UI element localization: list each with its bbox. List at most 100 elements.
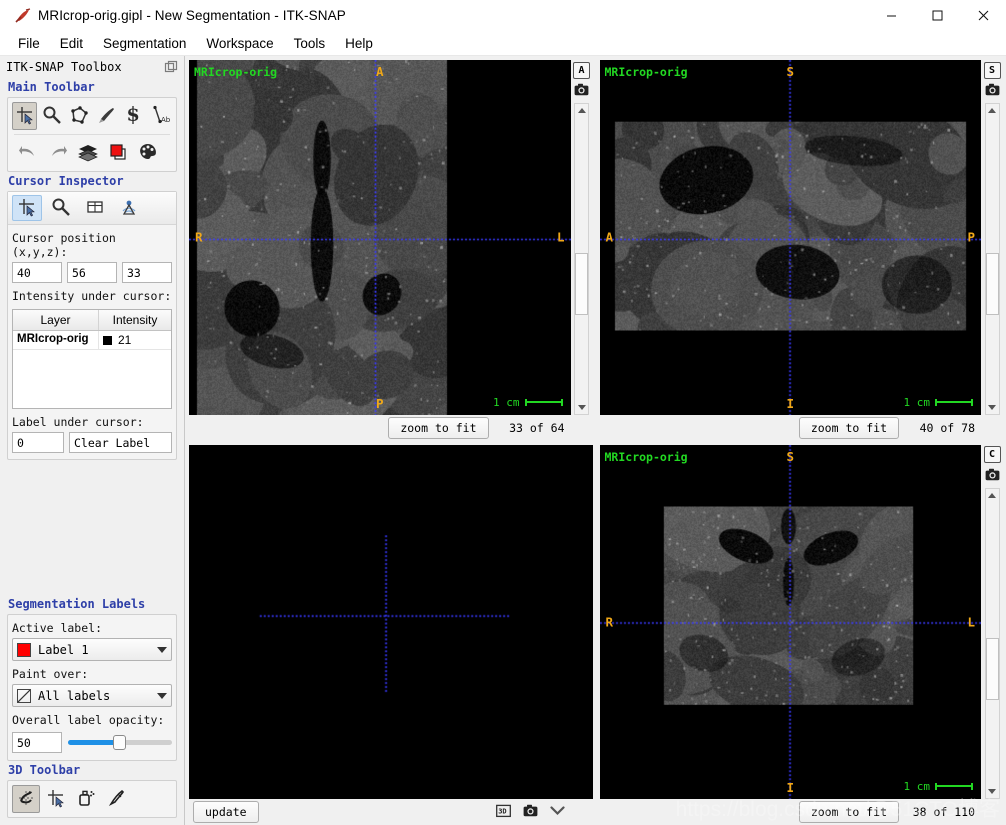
axial-image[interactable] [189, 60, 571, 415]
axial-camera-button[interactable] [573, 82, 591, 100]
annotation-tool-button[interactable]: Ab [147, 102, 172, 130]
triangle-up-icon [988, 492, 996, 498]
undock-icon[interactable] [164, 60, 178, 74]
menu-help[interactable]: Help [335, 34, 383, 53]
coronal-scroll-down[interactable] [986, 785, 999, 798]
opacity-slider[interactable] [68, 734, 172, 752]
axial-orientation-button[interactable]: A [573, 61, 591, 79]
menu-file[interactable]: File [8, 34, 50, 53]
intensity-table: Layer Intensity MRIcrop-orig 21 [12, 309, 172, 409]
paint-over-select[interactable]: All labels [12, 684, 172, 707]
tab-registration[interactable] [114, 195, 144, 221]
coronal-scroll-track[interactable] [985, 502, 999, 786]
coronal-image[interactable] [599, 444, 981, 799]
undo-button[interactable] [14, 139, 42, 167]
main-toolbar-row-2 [14, 134, 170, 171]
axial-scroll-thumb[interactable] [575, 253, 588, 316]
3d-toggle-icon[interactable]: 3D [495, 804, 511, 821]
3d-trackball-tool-button[interactable] [12, 785, 40, 813]
label-color-button[interactable] [104, 139, 132, 167]
menu-tools[interactable]: Tools [284, 34, 336, 53]
axial-scroll-track[interactable] [575, 117, 588, 401]
axial-zoom-to-fit-button[interactable]: zoom to fit [388, 416, 489, 439]
label-under-cursor-fields: 0 Clear Label [8, 432, 176, 459]
active-label-caption: Active label: [12, 621, 103, 635]
sagittal-scrollbar[interactable] [984, 103, 1000, 415]
cursor-position-label: Cursor position (x,y,z): [12, 231, 116, 259]
3d-crosshair-tool-button[interactable] [42, 785, 70, 813]
axial-scroll-down[interactable] [575, 401, 588, 414]
cursor-y-input[interactable]: 56 [67, 262, 117, 283]
main-toolbar-group: S Ab [7, 97, 177, 172]
sagittal-scroll-thumb[interactable] [985, 253, 999, 316]
window-title: MRIcrop-orig.gipl - New Segmentation - I… [38, 8, 346, 23]
layer-name-cell: MRIcrop-orig [13, 331, 99, 349]
paint-over-caption: Paint over: [12, 667, 89, 681]
3d-scalpel-tool-button[interactable] [102, 785, 130, 813]
registration-icon [119, 197, 139, 220]
3d-toolbar-group [7, 780, 177, 818]
cursor-inspector-title: Cursor Inspector [8, 174, 124, 188]
axial-canvas[interactable]: MRIcrop-orig A P R L 1 cm [189, 60, 571, 415]
axial-slice-indicator: 33 of 64 [509, 420, 565, 435]
sagittal-image[interactable] [599, 60, 981, 415]
axial-scrollbar[interactable] [574, 103, 589, 415]
3d-spray-tool-button[interactable] [72, 785, 100, 813]
camera-icon [985, 83, 1000, 99]
axial-scroll-up[interactable] [575, 104, 588, 117]
tab-cursor[interactable] [12, 195, 42, 221]
table-row[interactable]: MRIcrop-orig 21 [13, 331, 171, 350]
label-name-input[interactable]: Clear Label [69, 432, 172, 453]
opacity-input[interactable]: 50 [12, 732, 62, 753]
close-button[interactable] [960, 0, 1006, 32]
coronal-orientation-button[interactable]: C [983, 446, 1001, 464]
paintbrush-tool-button[interactable] [93, 102, 118, 130]
coronal-camera-button[interactable] [983, 467, 1001, 485]
title-bar: MRIcrop-orig.gipl - New Segmentation - I… [0, 0, 1006, 32]
sagittal-scroll-up[interactable] [986, 104, 999, 117]
active-label-select[interactable]: Label 1 [12, 638, 172, 661]
3d-render-image[interactable] [189, 444, 593, 799]
tab-zoom[interactable] [46, 195, 76, 221]
zoom-pan-tool-button[interactable] [39, 102, 64, 130]
cursor-z-input[interactable]: 33 [122, 262, 172, 283]
menu-segmentation[interactable]: Segmentation [93, 34, 196, 53]
update-button[interactable]: update [193, 801, 259, 823]
maximize-button[interactable] [914, 0, 960, 32]
cursor-x-input[interactable]: 40 [12, 262, 62, 283]
redo-button[interactable] [44, 139, 72, 167]
palette-button[interactable] [134, 139, 162, 167]
coronal-zoom-to-fit-button[interactable]: zoom to fit [798, 801, 899, 823]
3d-render-canvas[interactable] [189, 444, 593, 799]
chevron-down-icon [157, 646, 167, 653]
active-label-value: Label 1 [38, 642, 89, 657]
snake-tool-button[interactable]: S [120, 102, 145, 130]
camera-icon[interactable] [523, 804, 538, 820]
layers-button[interactable] [74, 139, 102, 167]
sagittal-zoom-to-fit-button[interactable]: zoom to fit [798, 416, 899, 439]
cursor-inspector-tabs [8, 192, 176, 225]
coronal-canvas[interactable]: MRIcrop-orig S I R L 1 cm [599, 444, 981, 799]
coronal-scroll-thumb[interactable] [985, 637, 999, 700]
coronal-scrollbar[interactable] [984, 487, 1000, 799]
tab-grid[interactable] [80, 195, 110, 221]
magnifier-icon [42, 105, 62, 128]
sagittal-scroll-down[interactable] [986, 401, 999, 414]
menu-edit[interactable]: Edit [50, 34, 93, 53]
coronal-scroll-up[interactable] [986, 489, 999, 502]
chevron-down-icon[interactable] [549, 805, 565, 819]
minimize-button[interactable] [868, 0, 914, 32]
polygon-tool-button[interactable] [66, 102, 91, 130]
itksnap-window: MRIcrop-orig.gipl - New Segmentation - I… [0, 0, 1006, 825]
label-id-input[interactable]: 0 [12, 432, 64, 453]
coronal-footer: zoom to fit 38 of 110 [600, 799, 1004, 825]
segmentation-labels-title: Segmentation Labels [8, 597, 146, 611]
menu-workspace[interactable]: Workspace [196, 34, 283, 53]
crosshair-icon [15, 105, 35, 128]
crosshair-tool-button[interactable] [12, 102, 37, 130]
sagittal-orientation-button[interactable]: S [983, 61, 1001, 79]
slider-knob[interactable] [113, 735, 126, 750]
sagittal-scroll-track[interactable] [985, 117, 999, 401]
sagittal-camera-button[interactable] [983, 82, 1001, 100]
sagittal-canvas[interactable]: MRIcrop-orig S I A P 1 cm [599, 60, 981, 415]
